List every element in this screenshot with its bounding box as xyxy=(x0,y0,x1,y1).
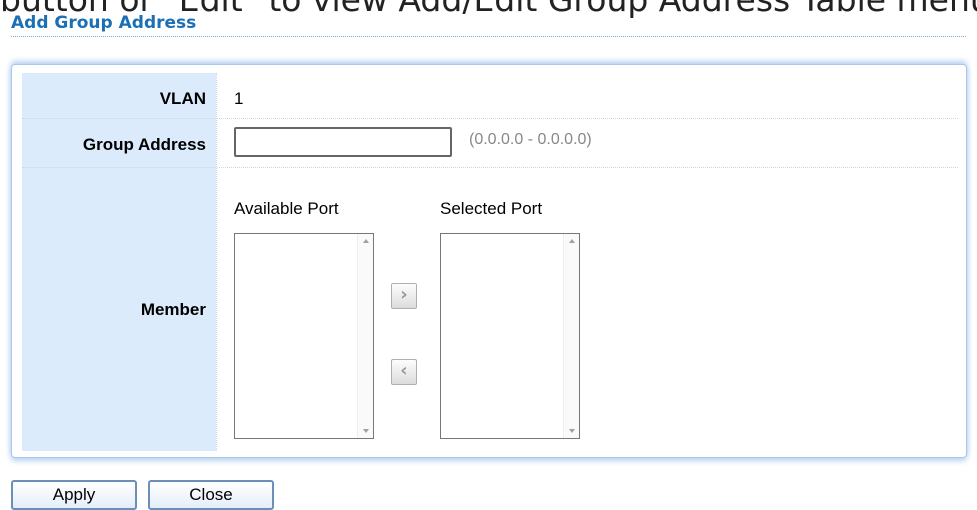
scroll-up-arrow-icon[interactable] xyxy=(363,239,369,243)
available-port-list[interactable] xyxy=(234,233,374,439)
scroll-down-arrow-icon[interactable] xyxy=(569,429,575,433)
remove-port-button[interactable]: ‹ xyxy=(391,359,417,385)
chevron-left-icon: ‹ xyxy=(400,360,408,381)
row-divider xyxy=(22,167,958,168)
scroll-up-arrow-icon[interactable] xyxy=(569,239,575,243)
add-port-button[interactable]: › xyxy=(391,283,417,309)
row-divider xyxy=(22,118,958,119)
member-label: Member xyxy=(140,300,206,319)
selected-port-title: Selected Port xyxy=(440,199,543,218)
selected-port-list[interactable] xyxy=(440,233,580,439)
scroll-down-arrow-icon[interactable] xyxy=(363,429,369,433)
group-address-label: Group Address xyxy=(82,135,206,154)
vlan-value: 1 xyxy=(234,89,244,108)
form-table: VLAN 1 Group Address (0.0.0.0 - 0.0.0.0)… xyxy=(22,73,958,451)
group-address-input[interactable] xyxy=(234,127,452,157)
label-column xyxy=(22,73,216,451)
form-panel: VLAN 1 Group Address (0.0.0.0 - 0.0.0.0)… xyxy=(11,64,967,458)
scrollbar[interactable] xyxy=(563,234,579,438)
section-title: Add Group Address xyxy=(11,12,966,37)
vlan-label: VLAN xyxy=(159,89,206,108)
chevron-right-icon: › xyxy=(400,284,408,305)
available-port-title: Available Port xyxy=(234,199,339,218)
column-divider xyxy=(216,73,217,451)
scrollbar[interactable] xyxy=(357,234,373,438)
group-address-hint: (0.0.0.0 - 0.0.0.0) xyxy=(469,131,592,148)
